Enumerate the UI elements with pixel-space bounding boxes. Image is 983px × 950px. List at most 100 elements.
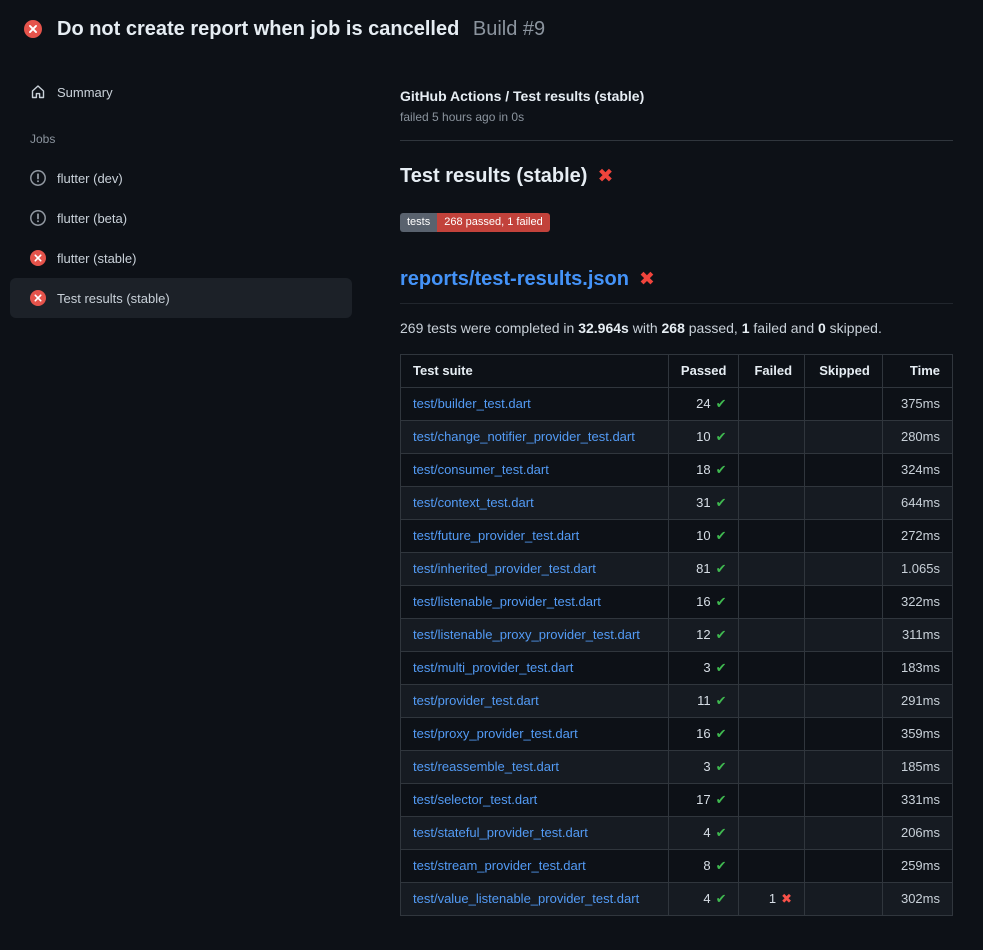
suite-link[interactable]: test/builder_test.dart (413, 396, 531, 411)
time-cell: 359ms (882, 718, 952, 751)
suite-link[interactable]: test/consumer_test.dart (413, 462, 549, 477)
suite-link[interactable]: test/proxy_provider_test.dart (413, 726, 578, 741)
table-row: test/listenable_proxy_provider_test.dart… (401, 619, 953, 652)
main-content: GitHub Actions / Test results (stable) f… (400, 0, 983, 950)
passed-count: 16 (696, 726, 710, 741)
table-row: test/stateful_provider_test.dart 4✔ ✖ 20… (401, 817, 953, 850)
results-table-body: test/builder_test.dart 24✔ ✖ 375ms test/… (401, 388, 953, 916)
skipped-cell (805, 850, 883, 883)
time-cell: 259ms (882, 850, 952, 883)
passed-count: 3 (703, 759, 710, 774)
table-row: test/builder_test.dart 24✔ ✖ 375ms (401, 388, 953, 421)
table-row: test/reassemble_test.dart 3✔ ✖ 185ms (401, 751, 953, 784)
breadcrumb: GitHub Actions / Test results (stable) (400, 88, 953, 104)
run-status-line: failed 5 hours ago in 0s (400, 110, 953, 124)
time-cell: 183ms (882, 652, 952, 685)
time-cell: 291ms (882, 685, 952, 718)
summary-suffix: skipped. (826, 320, 882, 336)
section-title: Test results (stable) ✖ (400, 165, 953, 188)
passed-cell: 16✔ (668, 586, 739, 619)
passed-count: 12 (696, 627, 710, 642)
suite-link[interactable]: test/stateful_provider_test.dart (413, 825, 588, 840)
failed-count: 1 (769, 891, 776, 906)
check-icon: ✔ (716, 726, 727, 741)
table-row: test/stream_provider_test.dart 8✔ ✖ 259m… (401, 850, 953, 883)
summary-skipped: 0 (818, 320, 826, 336)
suite-link[interactable]: test/inherited_provider_test.dart (413, 561, 596, 576)
sidebar-item-summary[interactable]: Summary (10, 72, 352, 112)
suite-link[interactable]: test/selector_test.dart (413, 792, 537, 807)
check-icon: ✔ (716, 495, 727, 510)
suite-link[interactable]: test/provider_test.dart (413, 693, 539, 708)
jobs-heading: Jobs (30, 132, 352, 146)
suite-link[interactable]: test/stream_provider_test.dart (413, 858, 586, 873)
suite-link[interactable]: test/listenable_proxy_provider_test.dart (413, 627, 640, 642)
time-cell: 1.065s (882, 553, 952, 586)
passed-count: 10 (696, 528, 710, 543)
report-file-link[interactable]: reports/test-results.json (400, 268, 629, 291)
summary-label: Summary (57, 85, 113, 100)
suite-link[interactable]: test/multi_provider_test.dart (413, 660, 573, 675)
failed-cell: ✖ (739, 421, 805, 454)
sidebar-job-item[interactable]: flutter (beta) (10, 198, 352, 238)
suite-link[interactable]: test/change_notifier_provider_test.dart (413, 429, 635, 444)
suite-link[interactable]: test/reassemble_test.dart (413, 759, 559, 774)
table-row: test/multi_provider_test.dart 3✔ ✖ 183ms (401, 652, 953, 685)
passed-count: 8 (703, 858, 710, 873)
summary-prefix: 269 tests were completed in (400, 320, 578, 336)
job-label: flutter (beta) (57, 211, 127, 226)
skipped-cell (805, 619, 883, 652)
suite-link[interactable]: test/future_provider_test.dart (413, 528, 579, 543)
check-icon: ✔ (716, 693, 727, 708)
sidebar-job-item[interactable]: flutter (stable) (10, 238, 352, 278)
failed-cell: ✖ (739, 817, 805, 850)
skipped-cell (805, 751, 883, 784)
badge-label: tests (400, 213, 437, 232)
skipped-cell (805, 454, 883, 487)
failed-cell: ✖ (739, 685, 805, 718)
table-row: test/selector_test.dart 17✔ ✖ 331ms (401, 784, 953, 817)
time-cell: 375ms (882, 388, 952, 421)
report-title: reports/test-results.json ✖ (400, 268, 953, 304)
sidebar-job-item[interactable]: flutter (dev) (10, 158, 352, 198)
skipped-cell (805, 421, 883, 454)
passed-cell: 31✔ (668, 487, 739, 520)
passed-count: 24 (696, 396, 710, 411)
passed-cell: 24✔ (668, 388, 739, 421)
failed-cell: ✖ (739, 850, 805, 883)
skipped-cell (805, 685, 883, 718)
check-icon: ✔ (716, 792, 727, 807)
sidebar-job-item[interactable]: Test results (stable) (10, 278, 352, 318)
summary-failed: 1 (742, 320, 750, 336)
col-test-suite: Test suite (401, 355, 669, 388)
suite-link[interactable]: test/context_test.dart (413, 495, 534, 510)
failed-cell: ✖ (739, 751, 805, 784)
time-cell: 311ms (882, 619, 952, 652)
passed-cell: 81✔ (668, 553, 739, 586)
exclamation-circle-icon (30, 170, 46, 186)
check-icon: ✔ (716, 429, 727, 444)
skipped-cell (805, 520, 883, 553)
failed-cell: ✖ (739, 487, 805, 520)
time-cell: 644ms (882, 487, 952, 520)
skipped-cell (805, 718, 883, 751)
passed-count: 3 (703, 660, 710, 675)
col-skipped: Skipped (805, 355, 883, 388)
time-cell: 331ms (882, 784, 952, 817)
suite-link[interactable]: test/value_listenable_provider_test.dart (413, 891, 639, 906)
skipped-cell (805, 388, 883, 421)
skipped-cell (805, 553, 883, 586)
breadcrumb-block: GitHub Actions / Test results (stable) f… (400, 88, 953, 141)
suite-link[interactable]: test/listenable_provider_test.dart (413, 594, 601, 609)
table-header-row: Test suite Passed Failed Skipped Time (401, 355, 953, 388)
skipped-cell (805, 883, 883, 916)
passed-count: 18 (696, 462, 710, 477)
passed-cell: 4✔ (668, 817, 739, 850)
time-cell: 324ms (882, 454, 952, 487)
skipped-cell (805, 817, 883, 850)
table-row: test/inherited_provider_test.dart 81✔ ✖ … (401, 553, 953, 586)
passed-cell: 3✔ (668, 652, 739, 685)
failed-x-icon: ✖ (639, 268, 655, 291)
table-row: test/context_test.dart 31✔ ✖ 644ms (401, 487, 953, 520)
results-table: Test suite Passed Failed Skipped Time te… (400, 354, 953, 916)
